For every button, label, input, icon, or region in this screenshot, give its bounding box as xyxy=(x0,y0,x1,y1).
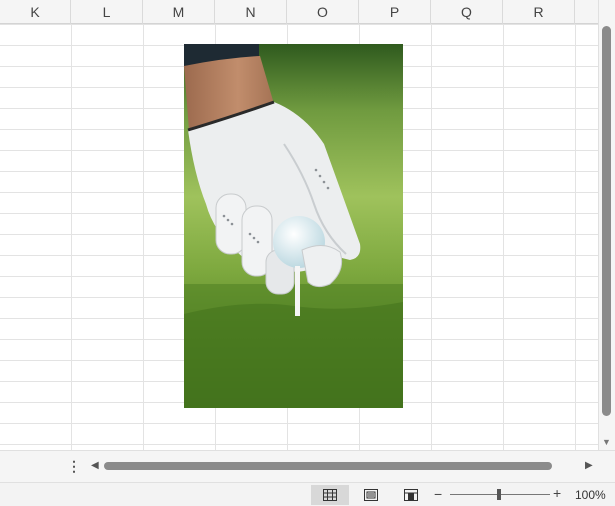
page-break-preview-icon xyxy=(404,489,418,501)
column-header-r[interactable]: R xyxy=(503,0,575,24)
normal-view-icon xyxy=(323,489,337,501)
column-header-o[interactable]: O xyxy=(287,0,359,24)
column-header-q[interactable]: Q xyxy=(431,0,503,24)
column-header-n[interactable]: N xyxy=(215,0,287,24)
column-header-m[interactable]: M xyxy=(143,0,215,24)
zoom-out-button[interactable]: − xyxy=(434,486,442,502)
normal-view-button[interactable] xyxy=(311,485,349,505)
more-vertical-icon[interactable]: ⋮ xyxy=(67,458,81,475)
row-gridline xyxy=(0,444,598,445)
column-gridline xyxy=(143,24,144,450)
scroll-right-icon[interactable]: ▶ xyxy=(585,460,593,471)
page-break-preview-button[interactable] xyxy=(392,485,430,505)
column-header-k[interactable]: K xyxy=(0,0,71,24)
row-gridline xyxy=(0,24,598,25)
column-header-l[interactable]: L xyxy=(71,0,143,24)
golf-ball-tee-photo[interactable] xyxy=(184,44,403,408)
horizontal-scroll-area: ⋮ ◀ ▶ xyxy=(0,450,615,482)
vertical-scroll-thumb[interactable] xyxy=(602,26,611,416)
page-layout-view-icon xyxy=(364,489,378,501)
column-header-partial[interactable] xyxy=(575,0,598,24)
row-gridline xyxy=(0,423,598,424)
zoom-slider-thumb[interactable] xyxy=(497,489,501,500)
vertical-scrollbar[interactable]: ▼ xyxy=(598,0,615,450)
zoom-in-button[interactable]: + xyxy=(553,485,561,501)
column-gridline xyxy=(431,24,432,450)
golf-photo-image xyxy=(184,44,403,408)
column-header-p[interactable]: P xyxy=(359,0,431,24)
zoom-level[interactable]: 100% xyxy=(575,488,606,502)
scroll-down-icon[interactable]: ▼ xyxy=(602,437,611,447)
status-bar: − + 100% xyxy=(0,482,615,506)
column-gridline xyxy=(503,24,504,450)
scroll-left-icon[interactable]: ◀ xyxy=(91,460,99,471)
horizontal-scroll-thumb[interactable] xyxy=(104,462,552,470)
page-layout-view-button[interactable] xyxy=(352,485,390,505)
column-gridline xyxy=(71,24,72,450)
column-header-row: K L M N O P Q R xyxy=(0,0,598,24)
column-gridline xyxy=(575,24,576,450)
